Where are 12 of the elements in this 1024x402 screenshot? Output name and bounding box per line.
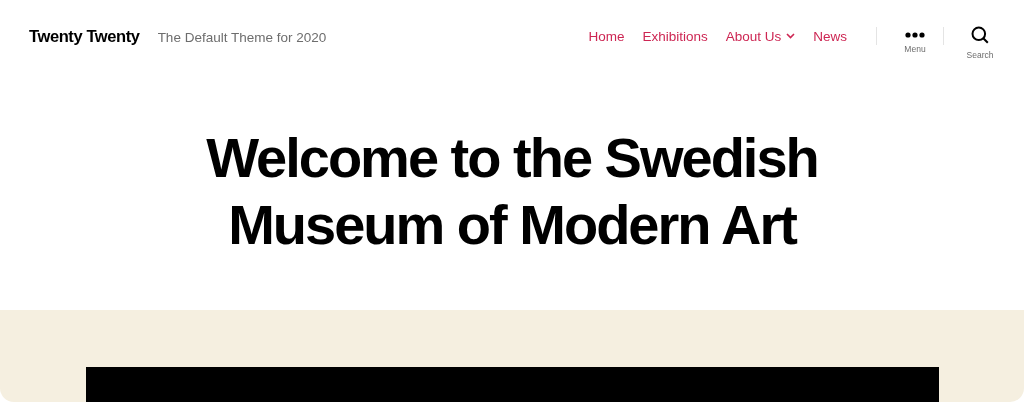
nav-link[interactable]: News bbox=[813, 28, 847, 44]
caret-icon bbox=[786, 33, 796, 39]
nav-link[interactable]: Exhibitions bbox=[642, 28, 708, 44]
site-title[interactable]: Twenty Twenty bbox=[29, 26, 140, 46]
menu-icon bbox=[905, 32, 925, 38]
search-icon bbox=[971, 26, 989, 44]
search-button[interactable]: Search bbox=[966, 26, 994, 60]
site-tagline: The Default Theme for 2020 bbox=[157, 29, 327, 45]
page-title: Welcome to the Swedish Museum of Modern Art bbox=[205, 125, 819, 258]
menu-button[interactable]: Menu bbox=[901, 32, 929, 54]
nav-link[interactable]: About Us bbox=[725, 28, 796, 44]
nav-link[interactable]: Home bbox=[588, 28, 625, 44]
